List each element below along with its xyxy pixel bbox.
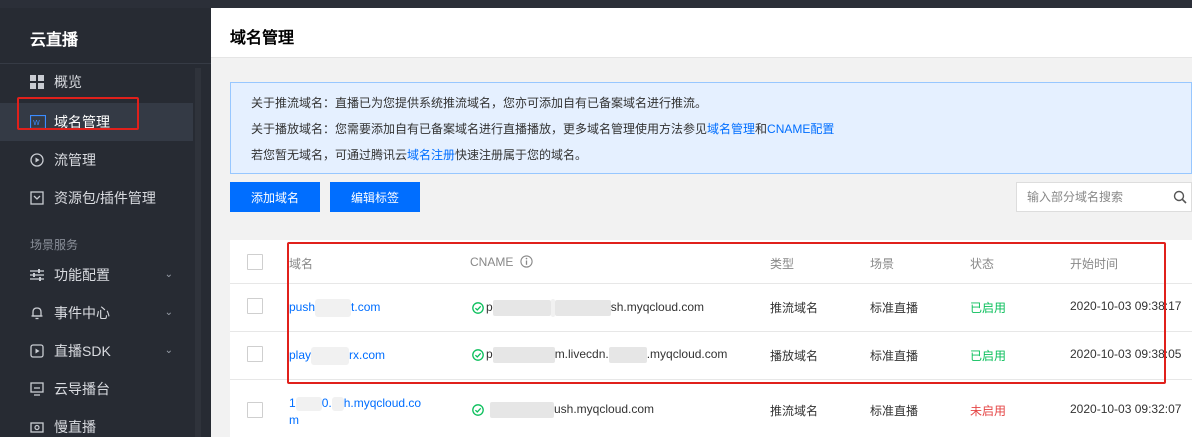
sidebar-item-slow-live[interactable]: 慢直播: [0, 408, 193, 437]
info-notice: 关于推流域名：直播已为您提供系统推流域名，您亦可添加自有已备案域名进行推流。 关…: [230, 82, 1192, 174]
camera-icon: [30, 420, 44, 434]
sidebar-item-label: 概览: [54, 74, 82, 90]
chevron-down-icon: ⌄: [164, 269, 173, 280]
add-domain-button[interactable]: 添加域名: [230, 182, 320, 212]
select-all-checkbox[interactable]: [247, 254, 263, 270]
sidebar-item-event-center[interactable]: 事件中心 ⌄: [0, 294, 193, 332]
sidebar-item-overview[interactable]: 概览: [0, 63, 193, 101]
edit-tags-button[interactable]: 编辑标签: [330, 182, 420, 212]
sidebar: 云直播 概览 W 域名管理 流管理 资源包/插件管理 场景服务 功能配置 ⌄ 事…: [0, 8, 211, 437]
search-input[interactable]: [1027, 189, 1167, 205]
package-icon: [30, 191, 44, 205]
redacted-blur: [295, 396, 322, 411]
domain-link[interactable]: 1 0. h.myqcloud.co m: [289, 395, 421, 429]
domain-register-link[interactable]: 域名注册: [407, 148, 455, 162]
sidebar-item-label: 云导播台: [54, 381, 110, 397]
start-time-value: 2020-10-03 09:32:07: [1070, 402, 1182, 416]
notice-line-register: 若您暂无域名，可通过腾讯云域名注册快速注册属于您的域名。: [251, 148, 588, 162]
page-title: 域名管理: [230, 30, 295, 47]
domain-search-box: [1016, 182, 1192, 212]
sidebar-item-label: 功能配置: [54, 267, 110, 283]
table-highlight-annotation: [287, 242, 1166, 384]
sidebar-scrollbar[interactable]: [195, 68, 201, 437]
chevron-down-icon: ⌄: [164, 307, 173, 318]
cname-config-link[interactable]: CNAME配置: [767, 122, 834, 136]
notice-line-push: 关于推流域名：直播已为您提供系统推流域名，您亦可添加自有已备案域名进行推流。: [251, 96, 708, 110]
bell-icon: [30, 306, 44, 320]
row-checkbox[interactable]: [247, 402, 263, 418]
sidebar-item-label: 事件中心: [54, 305, 110, 321]
page-header: 域名管理: [211, 8, 1192, 58]
domain-management-link[interactable]: 域名管理: [707, 122, 755, 136]
notice-line-play: 关于播放域名：您需要添加自有已备案域名进行直播播放，更多域名管理使用方法参见域名…: [251, 122, 835, 136]
top-bar: [0, 0, 1192, 8]
sidebar-item-feature-config[interactable]: 功能配置 ⌄: [0, 256, 193, 294]
check-circle-icon: [472, 404, 484, 416]
chevron-down-icon: ⌄: [164, 345, 173, 356]
sidebar-item-live-sdk[interactable]: 直播SDK ⌄: [0, 332, 193, 370]
sidebar-item-label: 直播SDK: [54, 343, 111, 359]
play-circle-icon: [30, 153, 44, 167]
sidebar-item-cloud-director[interactable]: 云导播台: [0, 370, 193, 408]
cname-value: ush.myqcloud.com: [472, 402, 654, 418]
grid-icon: [30, 75, 44, 89]
type-value: 推流域名: [770, 404, 819, 418]
row-checkbox[interactable]: [247, 298, 263, 314]
scene-value: 标准直播: [870, 404, 919, 418]
status-badge: 未启用: [970, 404, 1007, 418]
sidebar-item-label: 慢直播: [54, 419, 96, 435]
redacted-blur: [490, 402, 554, 418]
sidebar-title: 云直播: [30, 32, 79, 49]
sidebar-item-resource-package[interactable]: 资源包/插件管理: [0, 179, 193, 217]
redacted-blur: [331, 396, 344, 411]
sliders-icon: [30, 268, 44, 282]
sidebar-item-label: 资源包/插件管理: [54, 190, 156, 206]
sidebar-item-stream-management[interactable]: 流管理: [0, 141, 193, 179]
sidebar-section-label: 场景服务: [30, 238, 79, 252]
search-icon[interactable]: [1173, 190, 1187, 204]
sidebar-item-label: 流管理: [54, 152, 96, 168]
sidebar-highlight-annotation: [17, 97, 139, 130]
monitor-icon: [30, 382, 44, 396]
row-checkbox[interactable]: [247, 346, 263, 362]
play-box-icon: [30, 344, 44, 358]
